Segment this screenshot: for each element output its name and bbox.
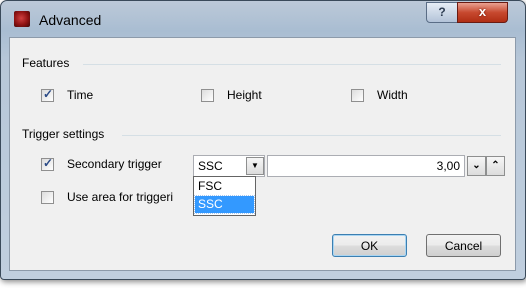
height-label: Height: [227, 88, 262, 102]
cancel-button[interactable]: Cancel: [426, 234, 501, 257]
channel-combobox-value: SSC: [198, 159, 223, 173]
features-group-label: Features: [22, 56, 70, 70]
time-label: Time: [67, 88, 94, 102]
window-title: Advanced: [39, 12, 102, 28]
chevron-down-icon[interactable]: ▼: [246, 157, 264, 175]
channel-dropdown-list: FSC SSC: [193, 176, 256, 216]
threshold-field[interactable]: 3,00: [267, 155, 465, 177]
height-checkbox[interactable]: [201, 89, 214, 102]
secondary-trigger-checkbox[interactable]: ✓: [41, 156, 54, 171]
check-icon: ✓: [43, 87, 54, 101]
channel-combobox[interactable]: SSC ▼: [193, 155, 265, 177]
ok-button[interactable]: OK: [332, 234, 407, 257]
decrease-button[interactable]: ⌄: [467, 156, 486, 176]
threshold-value: 3,00: [436, 159, 460, 173]
width-label: Width: [377, 88, 408, 102]
chevron-up-icon: ⌃: [491, 160, 500, 171]
dropdown-option-fsc[interactable]: FSC: [195, 178, 254, 195]
secondary-trigger-label: Secondary trigger: [67, 157, 162, 171]
app-icon: [14, 11, 30, 27]
dropdown-option-ssc[interactable]: SSC: [194, 195, 255, 214]
advanced-dialog: Advanced ? x Features ✓ Time Height Widt…: [0, 0, 526, 280]
help-button[interactable]: ?: [426, 2, 458, 23]
use-area-label: Use area for triggeri: [67, 190, 174, 204]
trigger-divider: [122, 135, 501, 136]
increase-button[interactable]: ⌃: [486, 156, 505, 176]
features-divider: [83, 64, 501, 65]
use-area-checkbox[interactable]: [41, 191, 54, 204]
width-checkbox[interactable]: [351, 89, 364, 102]
title-bar[interactable]: Advanced ? x: [1, 1, 525, 37]
trigger-group-label: Trigger settings: [22, 127, 105, 141]
time-checkbox[interactable]: ✓: [41, 87, 54, 102]
check-icon: ✓: [43, 156, 54, 170]
dialog-body: Features ✓ Time Height Width Trigger set…: [9, 37, 516, 271]
chevron-down-icon: ⌄: [472, 160, 481, 171]
close-button[interactable]: x: [457, 2, 508, 23]
